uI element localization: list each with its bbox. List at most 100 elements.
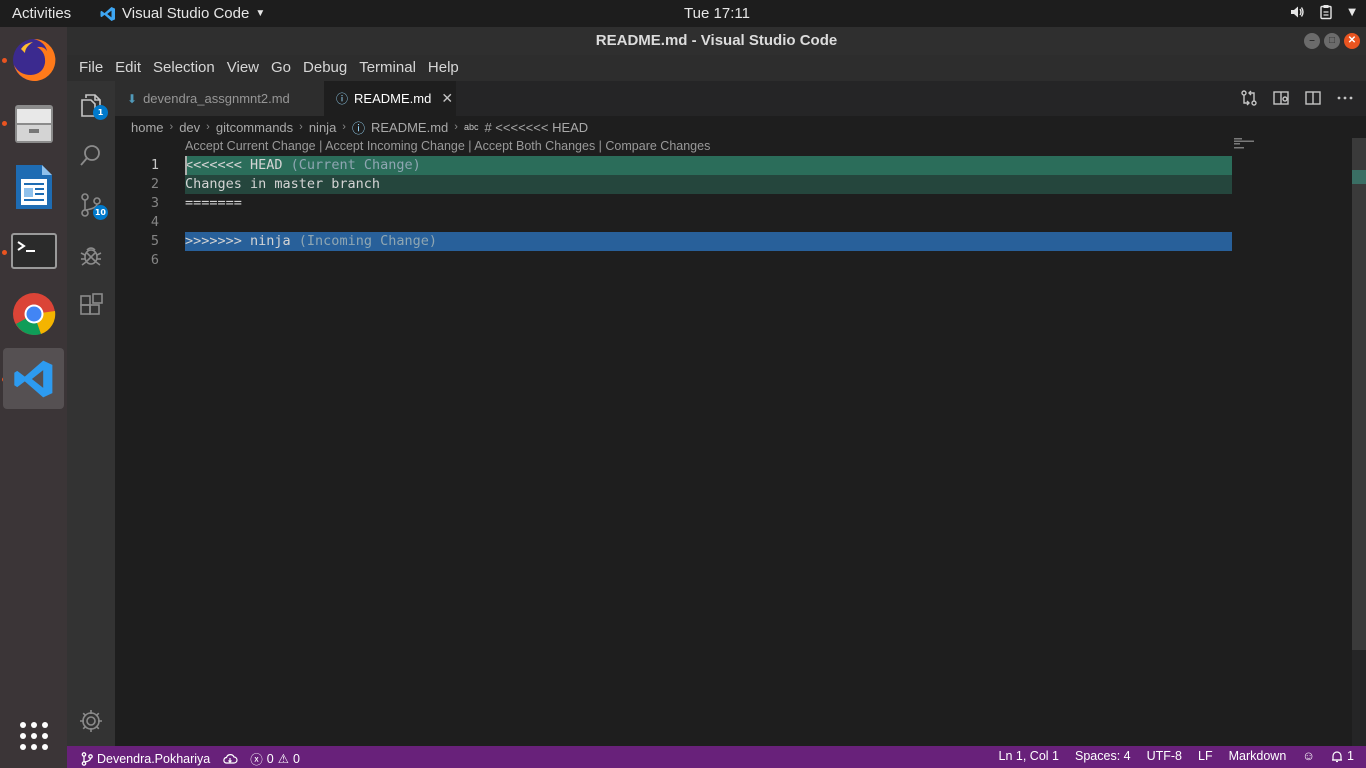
menu-view[interactable]: View (221, 55, 265, 81)
more-actions-icon[interactable] (1336, 89, 1354, 107)
minimize-button[interactable]: – (1304, 33, 1320, 49)
breadcrumb-readme[interactable]: README.md (371, 120, 448, 135)
chevron-right-icon: › (342, 121, 346, 133)
menu-edit[interactable]: Edit (109, 55, 147, 81)
document-writer-icon (15, 164, 52, 209)
terminal-icon (10, 232, 57, 269)
feedback-button[interactable]: ☺ (1302, 749, 1315, 763)
maximize-button[interactable]: □ (1324, 33, 1340, 49)
problems-status[interactable]: ⓧ 0 ⚠ 0 (250, 749, 300, 768)
info-icon: ⓘ (351, 120, 365, 136)
vertical-scrollbar[interactable] (1352, 138, 1366, 746)
bell-icon (1332, 750, 1343, 762)
line-text: ======= (185, 195, 242, 211)
dock-chrome[interactable] (3, 283, 64, 344)
incoming-change-hint: (Incoming Change) (290, 233, 437, 249)
menu-selection[interactable]: Selection (147, 55, 221, 81)
cursor-position[interactable]: Ln 1, Col 1 (999, 749, 1059, 763)
menu-bar: File Edit Selection View Go Debug Termin… (67, 55, 1366, 81)
editor-actions (1240, 89, 1354, 107)
compare-changes-icon[interactable] (1240, 89, 1258, 107)
search-button[interactable] (67, 131, 115, 179)
dock-show-applications[interactable] (3, 705, 64, 766)
warning-icon: ⚠ (277, 752, 289, 766)
app-grid-icon (19, 721, 48, 750)
code-line-5: 5 >>>>>>> ninja (Incoming Change) (115, 232, 1232, 251)
breadcrumb-home[interactable]: home (131, 120, 164, 135)
end-of-line[interactable]: LF (1198, 749, 1213, 763)
indentation[interactable]: Spaces: 4 (1075, 749, 1131, 763)
dock-vscode[interactable] (3, 348, 64, 409)
dock-terminal[interactable] (3, 220, 64, 281)
explorer-badge: 1 (93, 105, 108, 120)
breadcrumb-symbol[interactable]: # <<<<<<< HEAD (484, 120, 588, 135)
explorer-button[interactable]: 1 (67, 81, 115, 129)
extensions-button[interactable] (67, 281, 115, 329)
menu-terminal[interactable]: Terminal (353, 55, 422, 81)
status-bar: Devendra.Pokhariya ⓧ 0 ⚠ 0 Ln 1, Col 1 S… (67, 746, 1366, 768)
dock-files[interactable] (3, 92, 64, 153)
app-menu[interactable]: Visual Studio Code ▼ (100, 5, 265, 22)
chrome-icon (12, 292, 55, 335)
scrollbar-track[interactable] (1352, 138, 1366, 650)
notification-count: 1 (1347, 749, 1354, 763)
close-button[interactable]: ✕ (1344, 33, 1360, 49)
code-editor[interactable]: Accept Current Change | Accept Incoming … (115, 138, 1366, 746)
clipboard-icon[interactable] (1319, 4, 1334, 20)
breadcrumb-gitcommands[interactable]: gitcommands (216, 120, 293, 135)
source-control-button[interactable]: 10 (67, 181, 115, 229)
language-mode[interactable]: Markdown (1229, 749, 1287, 763)
breadcrumb-ninja[interactable]: ninja (309, 120, 336, 135)
menu-file[interactable]: File (73, 55, 109, 81)
bug-icon (80, 247, 102, 266)
dock (0, 27, 67, 768)
tab-devendra-assgnmnt2[interactable]: ⬇ devendra_assgnmnt2.md (115, 81, 324, 116)
markdown-download-icon: ⬇ (127, 91, 138, 106)
volume-icon[interactable] (1289, 4, 1305, 20)
manage-button[interactable] (67, 697, 115, 745)
branch-status[interactable]: Devendra.Pokhariya (81, 752, 210, 766)
file-manager-icon (14, 104, 53, 143)
dock-firefox[interactable] (3, 29, 64, 90)
split-editor-icon[interactable] (1304, 89, 1322, 107)
editor-tab-bar: ⬇ devendra_assgnmnt2.md ⓘ README.md ✕ (115, 81, 1366, 116)
text-cursor (185, 156, 187, 175)
line-text: Changes in master branch (185, 176, 381, 192)
vscode-icon (13, 360, 52, 397)
sync-status[interactable] (222, 753, 238, 765)
menu-go[interactable]: Go (265, 55, 297, 81)
minimap[interactable] (1232, 138, 1352, 746)
cloud-sync-icon (223, 753, 238, 764)
breadcrumb-dev[interactable]: dev (179, 120, 200, 135)
source-control-badge: 10 (92, 205, 108, 220)
menu-debug[interactable]: Debug (297, 55, 353, 81)
firefox-icon (12, 38, 55, 81)
notifications-button[interactable]: 1 (1331, 749, 1354, 763)
chevron-right-icon: › (454, 121, 458, 133)
activities-button[interactable]: Activities (12, 5, 71, 22)
merge-conflict-codelens[interactable]: Accept Current Change | Accept Incoming … (185, 139, 710, 153)
chevron-right-icon: › (299, 121, 303, 133)
code-line-1: 1 <<<<<<< HEAD (Current Change) (115, 156, 1232, 175)
line-number: 2 (150, 176, 159, 192)
chevron-down-icon: ▼ (255, 8, 266, 19)
error-count: 0 (266, 751, 274, 766)
debug-button[interactable] (67, 231, 115, 279)
system-tray[interactable]: ▼ (1289, 4, 1356, 20)
vscode-icon (100, 6, 115, 21)
dock-writer[interactable] (3, 156, 64, 217)
encoding[interactable]: UTF-8 (1147, 749, 1182, 763)
window-title: README.md - Visual Studio Code (595, 32, 838, 49)
chevron-down-icon[interactable]: ▼ (1348, 7, 1356, 18)
open-preview-icon[interactable] (1272, 89, 1290, 107)
branch-name: Devendra.Pokhariya (97, 751, 211, 766)
conflict-marker-ninja: >>>>>>> ninja (185, 233, 291, 249)
window-controls: – □ ✕ (1304, 33, 1360, 49)
conflict-marker-head: <<<<<<< HEAD (185, 157, 283, 173)
tab-readme[interactable]: ⓘ README.md ✕ (324, 81, 456, 116)
code-line-4: 4 (115, 213, 1232, 232)
menu-help[interactable]: Help (422, 55, 465, 81)
close-icon[interactable]: ✕ (441, 90, 453, 107)
warning-count: 0 (292, 751, 300, 766)
chevron-right-icon: › (206, 121, 210, 133)
